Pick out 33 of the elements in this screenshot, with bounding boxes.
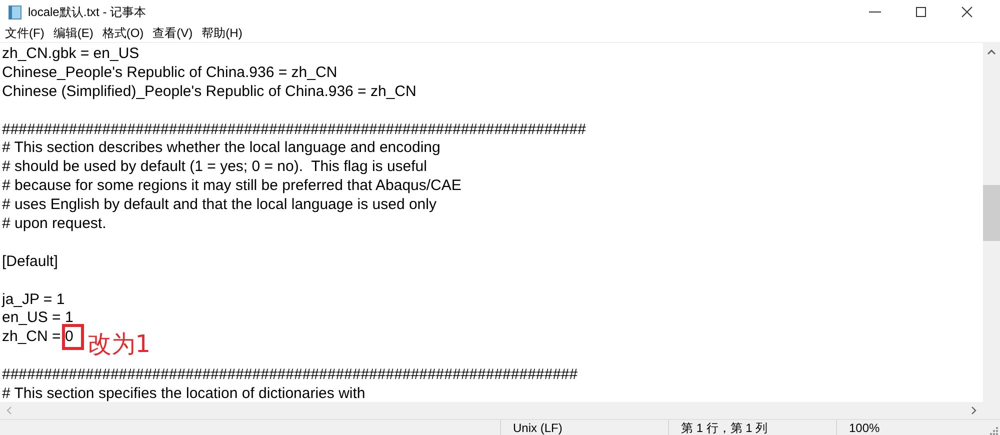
text-line: zh_CN = (2, 328, 62, 348)
vertical-scrollbar[interactable] (983, 43, 1000, 402)
text-line: # should be used by default (1 = yes; 0 = no). This flag is useful (2, 158, 427, 178)
text-line: Chinese_People's Republic of China.936 = zh_CN (2, 64, 338, 83)
highlight-box (62, 324, 84, 350)
menu-item[interactable]: 编辑(E) (50, 24, 96, 42)
marked-value: 0 (64, 328, 74, 348)
text-line: # uses English by default and that the local language is used only (2, 196, 436, 216)
text-line: ##################################################################### (2, 366, 578, 386)
scroll-right-icon[interactable] (971, 406, 977, 415)
notepad-icon (8, 4, 22, 20)
text-line: # This section describes whether the local language and encoding (2, 139, 440, 158)
text-line: en_US = 1 (2, 309, 74, 328)
text-line: zh_CN.gbk = en_US (2, 45, 140, 64)
text-line: [Default] (2, 252, 58, 272)
text-line: # because for some regions it may still be preferred that Abaqus/CAE (2, 177, 462, 196)
scroll-left-icon[interactable] (6, 406, 12, 415)
text-line: # This section specifies the location of dictionaries with (2, 385, 366, 402)
status-cell: Unix (LF) (500, 420, 668, 435)
text-line: Chinese (Simplified)_People's Republic of China.936 = zh_CN (2, 82, 416, 102)
menu-item[interactable]: 查看(V) (150, 24, 196, 42)
menu-item[interactable]: 帮助(H) (198, 24, 246, 42)
menu-item[interactable]: 格式(O) (99, 24, 147, 42)
resize-grip-icon[interactable] (990, 427, 998, 435)
text-line: ja_JP = 1 (2, 290, 65, 310)
horizontal-scrollbar[interactable] (0, 402, 1000, 419)
text-line: ###################################################################### (2, 120, 586, 140)
scrollbar-thumb[interactable] (983, 185, 1000, 241)
status-cell: 第 1 行，第 1 列 (668, 420, 836, 435)
window-title: locale默认.txt - 记事本 (28, 4, 148, 20)
menu-item[interactable]: 文件(F) (2, 24, 48, 42)
text-line: # upon request. (2, 215, 106, 234)
scroll-up-icon[interactable] (987, 49, 996, 55)
